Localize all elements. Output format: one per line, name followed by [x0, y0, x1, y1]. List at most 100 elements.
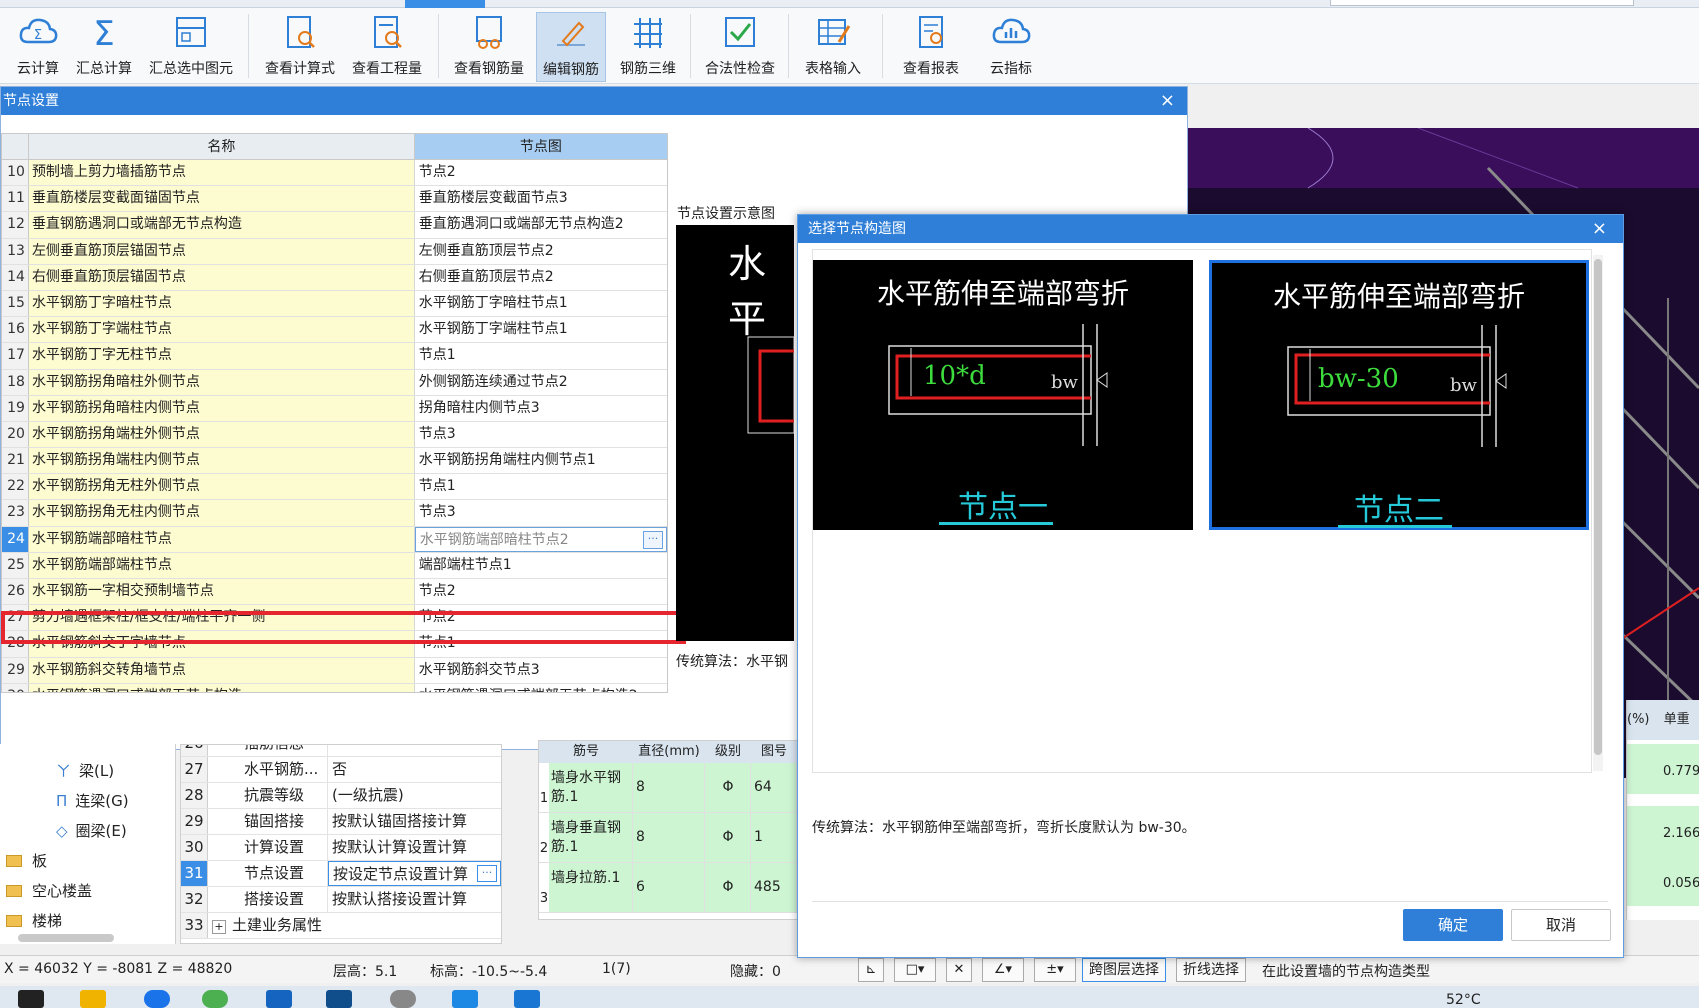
- explorer-icon[interactable]: [80, 990, 106, 1008]
- table-row[interactable]: 14 右侧垂直筋顶层锚固节点 右侧垂直筋顶层节点2: [2, 264, 667, 291]
- close-icon[interactable]: ×: [1160, 87, 1175, 115]
- polyline-select-button[interactable]: 折线选择: [1176, 958, 1246, 982]
- node-card-1[interactable]: 水平筋伸至端部弯折 10*d bw 节点一: [813, 260, 1193, 530]
- cross-icon[interactable]: ✕: [946, 958, 972, 982]
- tree-item-hollow-floor[interactable]: 空心楼盖: [6, 880, 92, 901]
- more-options-button[interactable]: ···: [477, 865, 497, 882]
- snap-dropdown[interactable]: ±▾: [1034, 958, 1076, 982]
- rebar-diameter[interactable]: 8: [633, 763, 705, 812]
- row-number[interactable]: 23: [2, 500, 29, 526]
- property-value[interactable]: 按设定节点设置计算 ···: [328, 861, 501, 886]
- browser-icon[interactable]: [144, 990, 170, 1008]
- tree-scrollbar[interactable]: [18, 934, 114, 942]
- rebar-row[interactable]: 3 墙身拉筋.1 6 Φ 485: [539, 863, 799, 913]
- property-row[interactable]: 27 水平钢筋... 否: [181, 757, 501, 783]
- card-list-scrollbar[interactable]: [1593, 255, 1603, 771]
- tree-item-ring-beam[interactable]: ◇ 圈梁(E): [56, 820, 127, 841]
- table-row[interactable]: 23 水平钢筋拐角无柱内侧节点 节点3: [2, 500, 667, 527]
- property-row-number[interactable]: 31: [181, 861, 208, 886]
- property-row[interactable]: 30 计算设置 按默认计算设置计算: [181, 835, 501, 861]
- property-value[interactable]: (一级抗震): [328, 783, 501, 808]
- app-icon[interactable]: [266, 990, 292, 1008]
- view-formula-button[interactable]: 查看计算式: [260, 12, 340, 82]
- row-number[interactable]: 25: [2, 552, 29, 578]
- table-row[interactable]: 15 水平钢筋丁字暗柱节点 水平钢筋丁字暗柱节点1: [2, 290, 667, 318]
- row-number[interactable]: 11: [2, 186, 29, 212]
- property-row-number[interactable]: 30: [181, 835, 208, 860]
- app-icon[interactable]: [514, 990, 540, 1008]
- row-number[interactable]: 19: [2, 395, 29, 421]
- node-value-cell[interactable]: 水平钢筋斜交节点3: [414, 657, 667, 683]
- more-options-button[interactable]: ···: [643, 530, 663, 549]
- cancel-button[interactable]: 取消: [1511, 909, 1611, 941]
- rebar-name[interactable]: 墙身拉筋.1: [549, 863, 633, 912]
- tree-item-slab[interactable]: 板: [6, 850, 47, 871]
- table-row[interactable]: 29 水平钢筋斜交转角墙节点 水平钢筋斜交节点3: [2, 657, 667, 684]
- scrollbar-thumb[interactable]: [1594, 259, 1602, 755]
- rebar-grade[interactable]: Φ: [705, 813, 751, 862]
- node-value-cell[interactable]: 水平钢筋丁字端柱节点1: [414, 317, 667, 343]
- rebar-grade[interactable]: Φ: [705, 863, 751, 912]
- table-row[interactable]: 12 垂直钢筋遇洞口或端部无节点构造 垂直筋遇洞口或端部无节点构造2: [2, 212, 667, 239]
- rebar-name[interactable]: 墙身垂直钢筋.1: [549, 813, 633, 862]
- tree-item-beam[interactable]: ㄚ 梁(L): [56, 760, 114, 781]
- row-number[interactable]: 29: [2, 657, 29, 683]
- close-icon[interactable]: ×: [1592, 215, 1607, 243]
- node-value-cell[interactable]: 节点1: [414, 474, 667, 500]
- edit-rebar-button[interactable]: 编辑钢筋: [536, 12, 606, 82]
- node-value-cell[interactable]: 右侧垂直筋顶层节点2: [414, 264, 667, 290]
- table-row[interactable]: 13 左侧垂直筋顶层锚固节点 左侧垂直筋顶层节点2: [2, 238, 667, 265]
- tree-item-coupling-beam[interactable]: Π 连梁(G): [56, 790, 129, 811]
- row-number[interactable]: 12: [2, 212, 29, 238]
- table-row[interactable]: 30水平钢筋遇洞口或端部无节点构造水平钢筋遇洞口或端部无节点构造2: [2, 683, 667, 692]
- property-value[interactable]: 按默认锚固搭接计算: [328, 809, 501, 834]
- property-row[interactable]: 32 搭接设置 按默认搭接设置计算: [181, 887, 501, 913]
- view-quantity-button[interactable]: 查看工程量: [346, 12, 428, 82]
- node-value-cell[interactable]: 节点3: [414, 421, 667, 448]
- cross-layer-select-button[interactable]: 跨图层选择: [1082, 958, 1166, 982]
- property-row-number[interactable]: 29: [181, 809, 208, 834]
- table-row[interactable]: 24 水平钢筋端部暗柱节点 水平钢筋端部暗柱节点2 ···: [2, 526, 667, 553]
- node-value-cell[interactable]: 节点3: [414, 500, 667, 526]
- rebar-figure[interactable]: 1: [751, 813, 797, 862]
- property-value[interactable]: 按默认搭接设置计算: [328, 887, 501, 912]
- cloud-calc-button[interactable]: Σ 云计算: [12, 12, 64, 82]
- row-number[interactable]: 14: [2, 264, 29, 290]
- row-number[interactable]: 30: [2, 683, 29, 692]
- select-mode-dropdown[interactable]: □▾: [894, 958, 936, 982]
- column-header-node[interactable]: 节点图: [414, 134, 667, 159]
- row-number[interactable]: 16: [2, 317, 29, 343]
- expand-icon[interactable]: +: [212, 920, 226, 934]
- property-row-number[interactable]: 33: [181, 913, 208, 938]
- property-row-number[interactable]: 32: [181, 887, 208, 912]
- rebar-3d-button[interactable]: 钢筋三维: [612, 12, 684, 82]
- node-value-cell[interactable]: 拐角暗柱内侧节点3: [414, 395, 667, 421]
- property-value[interactable]: 按默认计算设置计算: [328, 835, 501, 860]
- view-report-button[interactable]: 查看报表: [896, 12, 966, 82]
- tree-item-stairs[interactable]: 楼梯: [6, 910, 62, 931]
- row-number[interactable]: 18: [2, 369, 29, 395]
- app-icon[interactable]: [452, 990, 478, 1008]
- rebar-grade[interactable]: Φ: [705, 763, 751, 812]
- rebar-figure[interactable]: 485: [751, 863, 797, 912]
- property-row[interactable]: 31 节点设置 按设定节点设置计算 ···: [181, 861, 501, 887]
- search-input[interactable]: [1330, 0, 1634, 6]
- row-number[interactable]: 21: [2, 448, 29, 474]
- table-input-button[interactable]: 表格输入: [798, 12, 868, 82]
- property-value[interactable]: 否: [328, 757, 501, 782]
- rebar-name[interactable]: 墙身水平钢筋.1: [549, 763, 633, 812]
- row-number[interactable]: 17: [2, 343, 29, 369]
- node-value-cell[interactable]: 节点2: [414, 160, 667, 186]
- property-row-number[interactable]: 26: [181, 745, 208, 756]
- chat-icon[interactable]: [202, 990, 228, 1008]
- ok-button[interactable]: 确定: [1403, 909, 1503, 941]
- row-number[interactable]: 22: [2, 474, 29, 500]
- validity-check-button[interactable]: 合法性检查: [700, 12, 780, 82]
- table-row[interactable]: 11 垂直筋楼层变截面锚固节点 垂直筋楼层变截面节点3: [2, 186, 667, 213]
- property-row[interactable]: 33 + 土建业务属性: [181, 913, 501, 939]
- table-row[interactable]: 10 预制墙上剪力墙插筋节点 节点2: [2, 160, 667, 187]
- node-value-cell[interactable]: 水平钢筋端部暗柱节点2 ···: [414, 526, 667, 552]
- node-value-cell[interactable]: 节点2: [414, 579, 667, 605]
- node-value-cell[interactable]: 节点1: [414, 343, 667, 369]
- rebar-diameter[interactable]: 8: [633, 813, 705, 862]
